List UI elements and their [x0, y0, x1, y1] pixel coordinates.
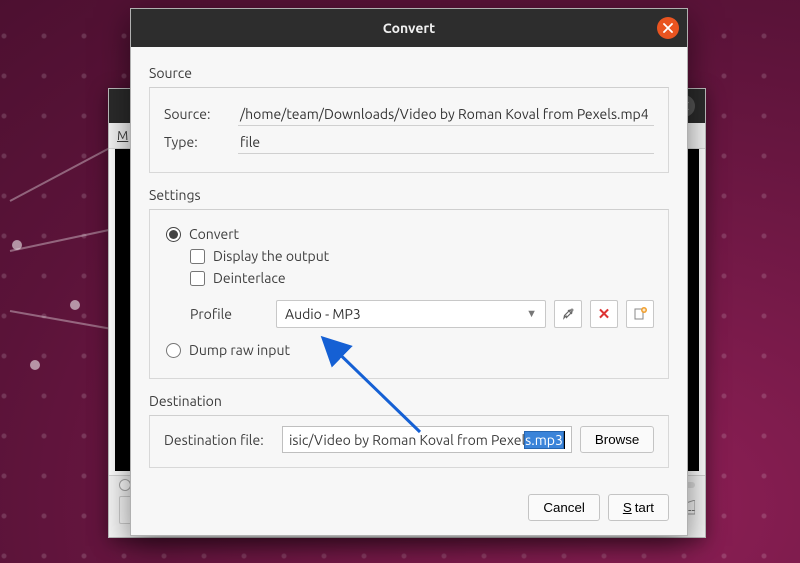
- new-profile-button[interactable]: [626, 300, 654, 328]
- convert-radio-label: Convert: [189, 226, 239, 242]
- profile-selected-value: Audio - MP3: [285, 306, 361, 322]
- destination-file-input[interactable]: isic/Video by Roman Koval from Pexels.mp…: [282, 426, 572, 453]
- dump-raw-radio[interactable]: Dump raw input: [166, 342, 654, 358]
- text-caret: [564, 431, 565, 449]
- type-label: Type:: [164, 134, 226, 150]
- convert-dialog: Convert Source Source: /home/team/Downlo…: [130, 8, 688, 536]
- delete-profile-button[interactable]: ✕: [590, 300, 618, 328]
- type-value: file: [238, 130, 654, 154]
- start-button[interactable]: Start: [608, 494, 669, 521]
- settings-group: Convert Display the output Deinterlace P…: [149, 209, 669, 379]
- display-output-checkbox[interactable]: Display the output: [190, 248, 654, 264]
- destination-file-value-prefix: isic/Video by Roman Koval from Pexel: [289, 432, 525, 448]
- display-output-label: Display the output: [213, 248, 329, 264]
- cancel-button[interactable]: Cancel: [528, 494, 600, 521]
- edit-profile-button[interactable]: [554, 300, 582, 328]
- source-group: Source: /home/team/Downloads/Video by Ro…: [149, 87, 669, 173]
- destination-section-label: Destination: [149, 393, 669, 409]
- chevron-down-icon: ▼: [526, 308, 537, 320]
- deinterlace-checkbox[interactable]: Deinterlace: [190, 270, 654, 286]
- profile-label: Profile: [190, 306, 268, 322]
- destination-file-label: Destination file:: [164, 432, 274, 448]
- dialog-titlebar: Convert: [131, 9, 687, 47]
- deinterlace-label: Deinterlace: [213, 270, 286, 286]
- destination-file-value-selection: s.mp3: [525, 432, 563, 448]
- settings-section-label: Settings: [149, 187, 669, 203]
- browse-button[interactable]: Browse: [580, 426, 654, 453]
- convert-radio[interactable]: Convert: [166, 226, 654, 242]
- close-icon[interactable]: [657, 17, 679, 39]
- source-label: Source:: [164, 106, 226, 122]
- dump-raw-label: Dump raw input: [189, 342, 290, 358]
- dialog-title: Convert: [383, 20, 435, 36]
- destination-group: Destination file: isic/Video by Roman Ko…: [149, 415, 669, 468]
- source-section-label: Source: [149, 65, 669, 81]
- vlc-menu-item[interactable]: M: [117, 129, 128, 143]
- profile-combobox[interactable]: Audio - MP3 ▼: [276, 300, 546, 328]
- source-value: /home/team/Downloads/Video by Roman Kova…: [238, 102, 654, 126]
